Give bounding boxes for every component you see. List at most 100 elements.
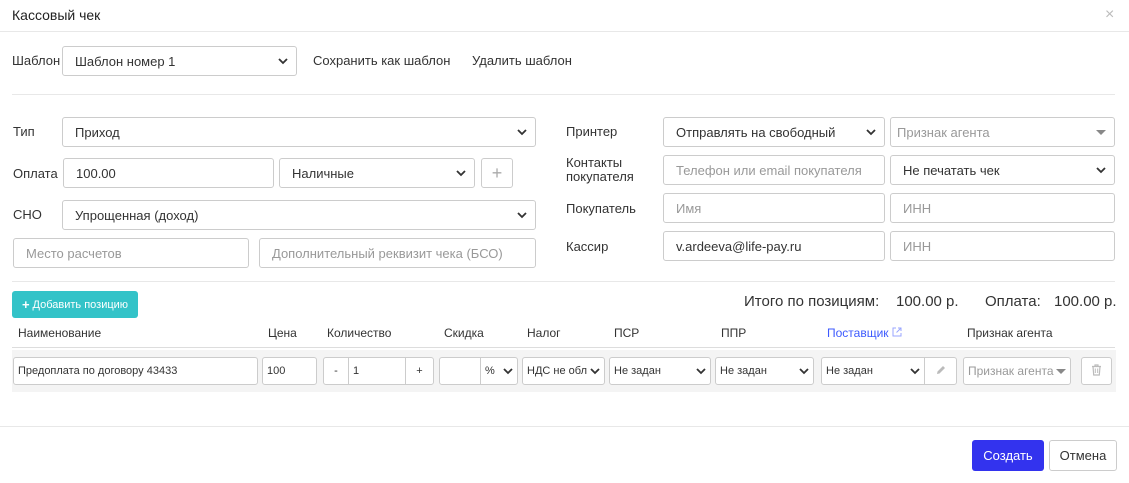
form-divider	[12, 281, 1115, 282]
printer-label: Принтер	[566, 124, 618, 139]
row-agent-placeholder: Признак агента	[968, 364, 1054, 378]
contacts-label: Контакты покупателя	[566, 156, 634, 184]
print-option-value: Не печатать чек	[903, 162, 1000, 178]
buyer-name-placeholder: Имя	[676, 200, 702, 216]
type-select-value: Приход	[75, 124, 120, 140]
total-label: Итого по позициям:	[744, 293, 880, 310]
delete-row-button[interactable]	[1081, 357, 1112, 385]
print-option-select[interactable]: Не печатать чек	[890, 155, 1115, 185]
chevron-down-icon	[517, 210, 527, 220]
payment-amount-input[interactable]: 100.00	[63, 158, 274, 188]
discount-unit-select[interactable]: %	[480, 357, 518, 385]
edit-supplier-button[interactable]	[924, 357, 957, 385]
payment-method-value: Наличные	[292, 165, 354, 181]
chevron-down-icon	[278, 56, 288, 66]
row-psr-value: Не задан	[614, 365, 661, 377]
minus-label: -	[334, 365, 338, 377]
payment-amount-value: 100.00	[76, 165, 116, 181]
buyer-name-input[interactable]: Имя	[663, 193, 885, 223]
printer-select-value: Отправлять на свободный	[676, 124, 836, 140]
row-discount-input[interactable]	[439, 357, 481, 385]
row-tax-value: НДС не обл	[527, 365, 587, 377]
contacts-input[interactable]: Телефон или email покупателя	[663, 155, 885, 185]
header-ppr: ППР	[721, 326, 747, 340]
header-agent: Признак агента	[967, 326, 1053, 340]
header-tax: Налог	[527, 326, 561, 340]
type-label: Тип	[13, 124, 35, 139]
contacts-label-line1: Контакты	[566, 155, 623, 170]
row-ppr-select[interactable]: Не задан	[715, 357, 814, 385]
delete-template-link[interactable]: Удалить шаблон	[472, 53, 572, 68]
sno-select-value: Упрощенная (доход)	[75, 207, 199, 223]
row-name-input[interactable]: Предоплата по договору 43433	[13, 357, 258, 385]
extra-requisite-placeholder: Дополнительный реквизит чека (БСО)	[272, 245, 503, 261]
sno-label: СНО	[13, 207, 42, 222]
contacts-label-line2: покупателя	[566, 169, 634, 184]
row-psr-select[interactable]: Не задан	[609, 357, 711, 385]
row-tax-select[interactable]: НДС не обл	[522, 357, 605, 385]
chevron-down-icon	[696, 366, 706, 376]
save-template-link[interactable]: Сохранить как шаблон	[313, 53, 450, 68]
buyer-label: Покупатель	[566, 201, 636, 216]
place-placeholder: Место расчетов	[26, 245, 122, 261]
chevron-down-icon	[456, 168, 466, 178]
dialog-title: Кассовый чек	[12, 7, 101, 23]
plus-icon: +	[491, 162, 503, 183]
row-name-value: Предоплата по договору 43433	[18, 365, 178, 377]
buyer-inn-placeholder: ИНН	[903, 200, 932, 216]
add-position-label: Добавить позицию	[32, 298, 129, 311]
plus-icon: +	[21, 297, 30, 312]
payment-method-select[interactable]: Наличные	[279, 158, 475, 188]
agent-select-placeholder: Признак агента	[897, 124, 990, 140]
table-header-divider	[12, 347, 1115, 348]
add-payment-button[interactable]: +	[481, 158, 513, 188]
external-link-icon	[892, 326, 902, 340]
create-button[interactable]: Создать	[972, 440, 1044, 471]
sno-select[interactable]: Упрощенная (доход)	[62, 200, 536, 230]
chevron-down-icon	[1096, 165, 1106, 175]
row-price-input[interactable]: 100	[262, 357, 317, 385]
close-icon[interactable]: ×	[1105, 6, 1114, 24]
add-position-button[interactable]: + Добавить позицию	[12, 291, 138, 318]
cashier-inn-placeholder: ИНН	[903, 238, 932, 254]
extra-requisite-input[interactable]: Дополнительный реквизит чека (БСО)	[259, 238, 536, 268]
contacts-placeholder: Телефон или email покупателя	[676, 162, 862, 178]
footer-divider	[0, 426, 1129, 427]
row-price-value: 100	[267, 365, 286, 377]
row-qty-input[interactable]: 1	[348, 357, 406, 385]
cashier-value: v.ardeeva@life-pay.ru	[676, 238, 802, 254]
header-price: Цена	[268, 326, 297, 340]
payment-label: Оплата	[13, 166, 58, 181]
template-select[interactable]: Шаблон номер 1	[62, 46, 297, 76]
row-ppr-value: Не задан	[720, 365, 767, 377]
header-divider	[0, 31, 1129, 32]
row-agent-select[interactable]: Признак агента	[963, 357, 1071, 385]
cashier-inn-input[interactable]: ИНН	[890, 231, 1115, 261]
row-supplier-select[interactable]: Не задан	[821, 357, 925, 385]
cashier-input[interactable]: v.ardeeva@life-pay.ru	[663, 231, 885, 261]
header-supplier[interactable]: Поставщик	[827, 326, 902, 340]
printer-select[interactable]: Отправлять на свободный	[663, 117, 885, 147]
row-supplier-value: Не задан	[826, 365, 873, 377]
chevron-down-icon	[866, 127, 876, 137]
cashier-label: Кассир	[566, 239, 609, 254]
agent-select[interactable]: Признак агента	[890, 117, 1115, 147]
type-select[interactable]: Приход	[62, 117, 536, 147]
qty-plus-button[interactable]: +	[405, 357, 434, 385]
buyer-inn-input[interactable]: ИНН	[890, 193, 1115, 223]
chevron-down-icon	[910, 366, 920, 376]
summary-payment-label: Оплата:	[985, 293, 1041, 310]
qty-minus-button[interactable]: -	[323, 357, 349, 385]
cancel-button[interactable]: Отмена	[1049, 440, 1117, 471]
place-input[interactable]: Место расчетов	[13, 238, 249, 268]
header-name: Наименование	[18, 326, 102, 340]
total-value: 100.00 р.	[896, 293, 959, 310]
chevron-down-icon	[799, 366, 809, 376]
template-select-value: Шаблон номер 1	[75, 53, 176, 69]
pencil-icon	[935, 364, 947, 379]
header-qty: Количество	[327, 326, 392, 340]
chevron-down-icon	[503, 366, 513, 376]
chevron-down-icon	[590, 366, 600, 376]
caret-down-icon	[1056, 366, 1066, 376]
header-discount: Скидка	[444, 326, 484, 340]
